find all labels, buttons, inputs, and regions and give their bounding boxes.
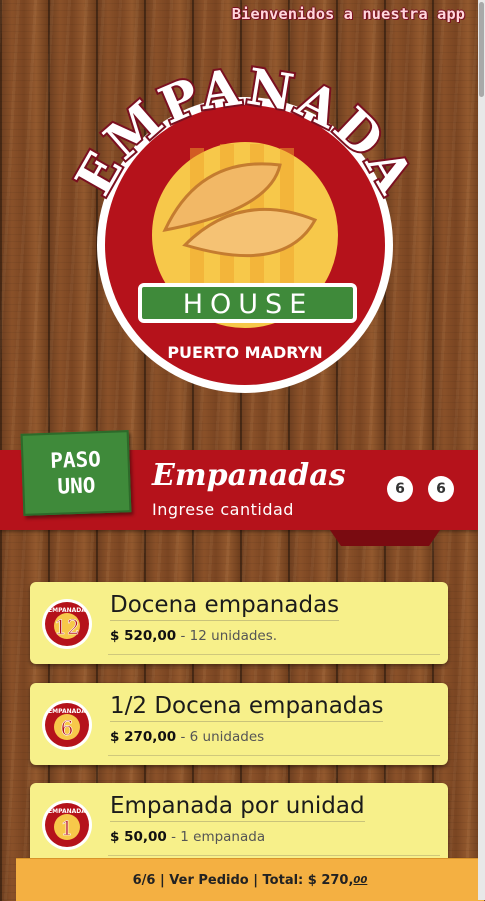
product-price: $ 270,00	[110, 729, 177, 745]
product-badge-number: 6	[61, 716, 74, 740]
total-cents: 00	[353, 874, 368, 886]
product-description: - 6 unidades	[180, 729, 265, 745]
scrollbar[interactable]	[478, 0, 485, 900]
svg-text:EMPANADA: EMPANADA	[48, 808, 86, 815]
product-price-line: $ 520,00 - 12 unidades.	[110, 628, 277, 644]
divider	[108, 855, 440, 856]
product-description: - 1 empanada	[171, 829, 266, 845]
divider	[108, 755, 440, 756]
product-price: $ 520,00	[110, 628, 177, 644]
empanada-house-logo: EMPANADA HOUSE PUERTO MADRYN	[70, 60, 420, 393]
empanada-badge-icon: EMPANADA 1	[42, 800, 92, 850]
product-description: - 12 unidades.	[180, 628, 278, 644]
product-badge-number: 12	[54, 615, 79, 639]
product-name: Empanada por unidad	[110, 793, 365, 822]
product-price-line: $ 270,00 - 6 unidades	[110, 729, 264, 745]
product-price: $ 50,00	[110, 829, 167, 845]
logo-house: HOUSE	[183, 289, 314, 320]
step-subtitle: Ingrese cantidad	[152, 500, 294, 519]
step-badge: PASO UNO	[20, 430, 132, 516]
logo-location: PUERTO MADRYN	[167, 343, 322, 362]
product-card-media-docena[interactable]: EMPANADA 6 1/2 Docena empanadas $ 270,00…	[30, 683, 448, 765]
step-badge-line2: UNO	[57, 473, 96, 499]
product-name: Docena empanadas	[110, 592, 340, 621]
product-card-docena[interactable]: EMPANADA 12 Docena empanadas $ 520,00 - …	[30, 582, 448, 664]
product-name: 1/2 Docena empanadas	[110, 693, 384, 722]
svg-text:EMPANADA: EMPANADA	[48, 607, 86, 614]
step-badge-line1: PASO	[49, 447, 102, 473]
divider	[108, 654, 440, 655]
scrollbar-thumb[interactable]	[479, 2, 484, 97]
product-badge-number: 1	[61, 816, 74, 840]
empanada-badge-icon: EMPANADA 6	[42, 700, 92, 750]
welcome-text: Bienvenidos a nuestra app	[231, 5, 465, 23]
order-summary: 6/6 | Ver Pedido | Total: $ 270,	[132, 872, 354, 888]
view-order-bar[interactable]: 6/6 | Ver Pedido | Total: $ 270, 00	[16, 858, 484, 901]
product-price-line: $ 50,00 - 1 empanada	[110, 829, 265, 845]
quantity-counter-required: 6	[428, 476, 454, 502]
quantity-counter-selected: 6	[387, 476, 413, 502]
product-card-unidad[interactable]: EMPANADA 1 Empanada por unidad $ 50,00 -…	[30, 783, 448, 865]
empanada-badge-icon: EMPANADA 12	[42, 599, 92, 649]
step-title: Empanadas	[152, 458, 346, 493]
svg-text:EMPANADA: EMPANADA	[48, 708, 86, 715]
